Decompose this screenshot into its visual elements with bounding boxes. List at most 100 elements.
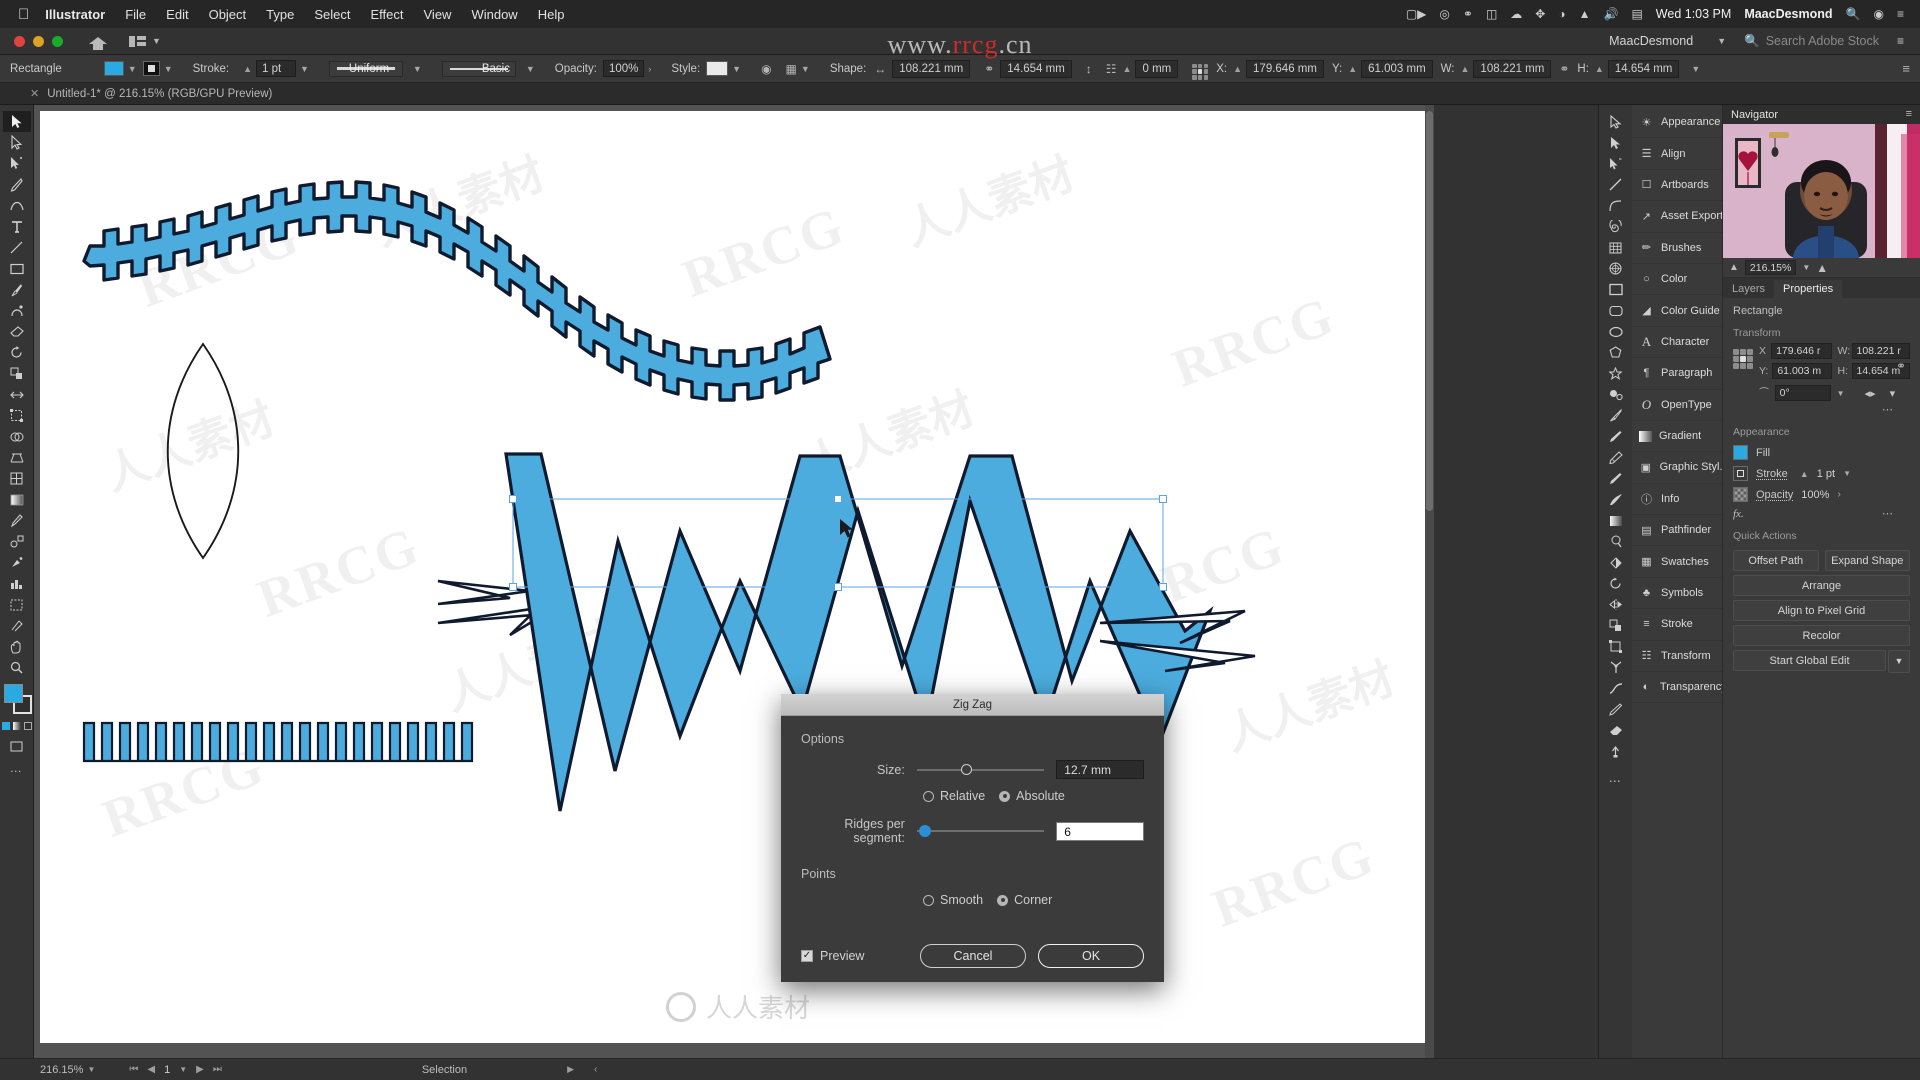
width-icon[interactable] (1603, 678, 1629, 699)
reference-point-selector[interactable] (1733, 349, 1753, 369)
scrollbar-thumb[interactable] (1426, 111, 1433, 511)
opacity-value[interactable]: 100% (1801, 489, 1829, 501)
fill-color-swatch[interactable] (103, 61, 124, 76)
panel-gradient[interactable]: Gradient (1632, 421, 1722, 453)
zigzag-dialog[interactable]: Zig Zag Options Size: 12.7 mm Relative A… (781, 694, 1164, 982)
control-bar-menu-icon[interactable]: ≡ (1902, 61, 1920, 76)
prev-page-icon[interactable]: ◀ (147, 1064, 155, 1075)
zoom-chevron-down-icon[interactable]: ▼ (87, 1065, 95, 1074)
absolute-radio[interactable]: Absolute (999, 789, 1065, 803)
stroke-weight-value[interactable]: 1 pt (1817, 468, 1835, 480)
fx-icon[interactable]: fx. (1733, 508, 1744, 520)
close-window-button[interactable] (14, 35, 25, 47)
width-tool[interactable] (3, 384, 31, 405)
type-tool[interactable] (3, 216, 31, 237)
artwork-svg[interactable] (40, 111, 1434, 1043)
selection-tool[interactable] (2, 111, 31, 132)
stroke-weight-input[interactable]: 1 pt (256, 60, 296, 77)
size-slider[interactable] (916, 763, 1045, 777)
siri-icon[interactable]: ◉ (1874, 7, 1884, 21)
arrange-button[interactable]: Arrange (1733, 575, 1910, 596)
smooth-radio[interactable]: Smooth (923, 893, 983, 907)
first-page-icon[interactable]: ⏮ (129, 1064, 138, 1075)
panel-info[interactable]: ⓘ Info (1632, 484, 1722, 516)
panel-swatches[interactable]: ▦ Swatches (1632, 546, 1722, 578)
gradient-tool[interactable] (3, 489, 31, 510)
panel-artboards[interactable]: ☐ Artboards (1632, 170, 1722, 202)
status-next-icon[interactable]: ▶ (567, 1064, 574, 1075)
unlink-icon[interactable]: ⚭ (1896, 359, 1906, 373)
stroke-weight-stepper[interactable]: ▲ (1800, 469, 1809, 479)
opacity-swatch[interactable] (1733, 487, 1748, 502)
brush-chevron-down-icon[interactable]: ▼ (413, 64, 422, 74)
panel-character[interactable]: A Character (1632, 327, 1722, 359)
opacity-input[interactable]: 100% (602, 60, 645, 77)
cloud-icon[interactable]: ☁ (1510, 7, 1522, 21)
free-transform-tool[interactable] (3, 405, 31, 426)
corner-radius-stepper[interactable]: ▲ (1123, 64, 1132, 74)
menu-type[interactable]: Type (266, 7, 294, 22)
eraser-tool[interactable] (3, 321, 31, 342)
column-graph-tool[interactable] (3, 573, 31, 594)
lock-proportions-icon[interactable]: ⚭ (1559, 62, 1569, 76)
stroke-color-swatch[interactable] (142, 61, 160, 76)
panel-symbols[interactable]: ♣ Symbols (1632, 578, 1722, 610)
artboard-chevron-down-icon[interactable]: ▼ (179, 1065, 187, 1074)
star-icon[interactable] (1603, 363, 1629, 384)
perspective-grid-tool[interactable] (3, 447, 31, 468)
fill-row[interactable]: Fill (1723, 442, 1920, 463)
style-chevron-down-icon[interactable]: ▼ (732, 64, 741, 74)
panel-paragraph[interactable]: ¶ Paragraph (1632, 358, 1722, 390)
eyedropper-icon[interactable] (1603, 531, 1629, 552)
hand-tool[interactable] (3, 636, 31, 657)
status-resize-icon[interactable]: ‹ (594, 1064, 597, 1075)
rotate-tool[interactable] (3, 342, 31, 363)
more-tools-icon[interactable]: … (3, 757, 31, 778)
artboard-icon[interactable] (1603, 741, 1629, 762)
arrange-chevron-down-icon[interactable]: ▼ (152, 36, 161, 46)
h-stepper[interactable]: ▲ (1595, 64, 1604, 74)
stroke-swatch[interactable] (1733, 466, 1748, 481)
fill-swatch[interactable] (1733, 445, 1748, 460)
menu-view[interactable]: View (424, 7, 452, 22)
workspace-menu-icon[interactable]: ≡ (1897, 34, 1904, 48)
direct-selection-icon[interactable] (1603, 132, 1629, 153)
menu-file[interactable]: File (125, 7, 146, 22)
flip-horizontal-icon[interactable]: ◂▸ (1865, 387, 1876, 400)
panel-color-guide[interactable]: ◢ Color Guide (1632, 295, 1722, 327)
curvature-tool[interactable] (3, 195, 31, 216)
reflect-icon[interactable] (1603, 594, 1629, 615)
ridges-input[interactable]: 6 (1056, 821, 1144, 841)
symbol-sprayer-tool[interactable] (3, 552, 31, 573)
blend-tool[interactable] (3, 531, 31, 552)
zoom-in-icon[interactable]: ▲ (1816, 261, 1828, 275)
opacity-chevron-icon[interactable]: › (648, 64, 651, 74)
ridges-slider[interactable] (916, 824, 1045, 838)
y-position-input[interactable]: 61.003 mm (1361, 59, 1433, 78)
free-transform-icon[interactable] (1603, 636, 1629, 657)
volume-icon[interactable]: 🔊 (1604, 7, 1619, 21)
angle-chevron-down-icon[interactable]: ▼ (1837, 389, 1845, 398)
recolor-artwork-icon[interactable]: ◉ (761, 62, 771, 76)
scale-icon[interactable] (1603, 615, 1629, 636)
close-tab-icon[interactable]: ✕ (30, 87, 39, 100)
artboard-tool[interactable] (3, 594, 31, 615)
dialog-title-bar[interactable]: Zig Zag (781, 694, 1164, 716)
spiral-icon[interactable] (1603, 216, 1629, 237)
menu-object[interactable]: Object (209, 7, 247, 22)
apple-logo-icon[interactable]:  (18, 7, 29, 22)
align-options-icon[interactable]: ▦ (786, 62, 797, 76)
maximize-window-button[interactable] (52, 35, 63, 47)
rectangle-icon[interactable] (1603, 279, 1629, 300)
artboard-number[interactable]: 1 (164, 1064, 170, 1076)
size-slider-knob[interactable] (961, 764, 973, 775)
height-input[interactable]: 14.654 mm (1607, 59, 1680, 78)
stroke-row[interactable]: Stroke ▲ 1 pt ▼ (1723, 463, 1920, 484)
shaper-tool[interactable] (3, 300, 31, 321)
opacity-row[interactable]: Opacity 100% › (1723, 484, 1920, 505)
size-input[interactable]: 12.7 mm (1056, 760, 1144, 779)
fill-stroke-controls[interactable] (2, 684, 32, 718)
column-icon[interactable]: ◫ (1486, 7, 1497, 21)
stroke-chevron-down-icon[interactable]: ▼ (1843, 469, 1851, 478)
stroke-weight-chevron-down-icon[interactable]: ▼ (300, 64, 309, 74)
